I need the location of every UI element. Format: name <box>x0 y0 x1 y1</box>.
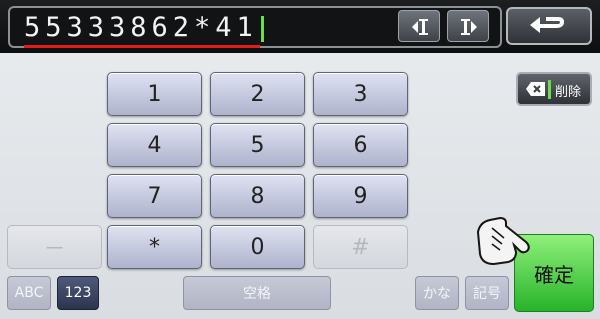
cursor-left-icon <box>412 19 428 35</box>
key-6-label: 6 <box>353 132 368 158</box>
number-mode-button[interactable]: 123 <box>57 276 99 310</box>
delete-label: 削除 <box>555 85 582 100</box>
kana-mode-button[interactable]: かな <box>415 276 459 310</box>
kana-label: かな <box>423 286 451 302</box>
return-arrow-icon <box>530 17 564 33</box>
key-1[interactable]: 1 <box>107 72 202 116</box>
entry-text: 55333862*41 <box>24 12 258 43</box>
key-8[interactable]: 8 <box>210 174 305 218</box>
top-bar: 55333862*41 <box>0 0 600 53</box>
key-9[interactable]: 9 <box>313 174 408 218</box>
key-0[interactable]: 0 <box>210 225 305 269</box>
cursor-right-icon <box>461 19 477 35</box>
key-dash-label: － <box>43 237 66 262</box>
key-7-label: 7 <box>147 183 162 209</box>
symbols-label: 記号 <box>473 286 501 302</box>
key-2[interactable]: 2 <box>210 72 305 116</box>
symbols-mode-button[interactable]: 記号 <box>465 276 509 310</box>
key-1-label: 1 <box>147 81 162 107</box>
cursor-right-button[interactable] <box>447 10 489 42</box>
key-7[interactable]: 7 <box>107 174 202 218</box>
key-9-label: 9 <box>353 183 368 209</box>
text-cursor <box>261 16 264 42</box>
space-label: 空格 <box>243 286 271 302</box>
key-dash: － <box>7 225 102 269</box>
key-8-label: 8 <box>250 183 265 209</box>
abc-label: ABC <box>14 285 44 301</box>
abc-mode-button[interactable]: ABC <box>7 276 51 310</box>
key-6[interactable]: 6 <box>313 123 408 167</box>
backspace-icon <box>526 82 545 96</box>
key-0-label: 0 <box>250 234 265 260</box>
key-5-label: 5 <box>250 132 265 158</box>
key-2-label: 2 <box>250 81 265 107</box>
key-3[interactable]: 3 <box>313 72 408 116</box>
key-hash: # <box>313 225 408 269</box>
key-star-label: * <box>149 234 160 260</box>
delete-button[interactable]: 削除 <box>516 72 592 106</box>
cursor-marker <box>548 80 551 99</box>
input-underline <box>24 45 260 48</box>
key-5[interactable]: 5 <box>210 123 305 167</box>
key-3-label: 3 <box>353 81 368 107</box>
key-4-label: 4 <box>147 132 162 158</box>
back-button[interactable] <box>506 7 592 45</box>
key-hash-label: # <box>351 234 370 260</box>
key-star[interactable]: * <box>107 225 202 269</box>
space-button[interactable]: 空格 <box>183 276 331 310</box>
pointing-hand-icon <box>476 216 530 266</box>
cursor-left-button[interactable] <box>398 10 440 42</box>
key-4[interactable]: 4 <box>107 123 202 167</box>
number-mode-label: 123 <box>64 285 92 301</box>
